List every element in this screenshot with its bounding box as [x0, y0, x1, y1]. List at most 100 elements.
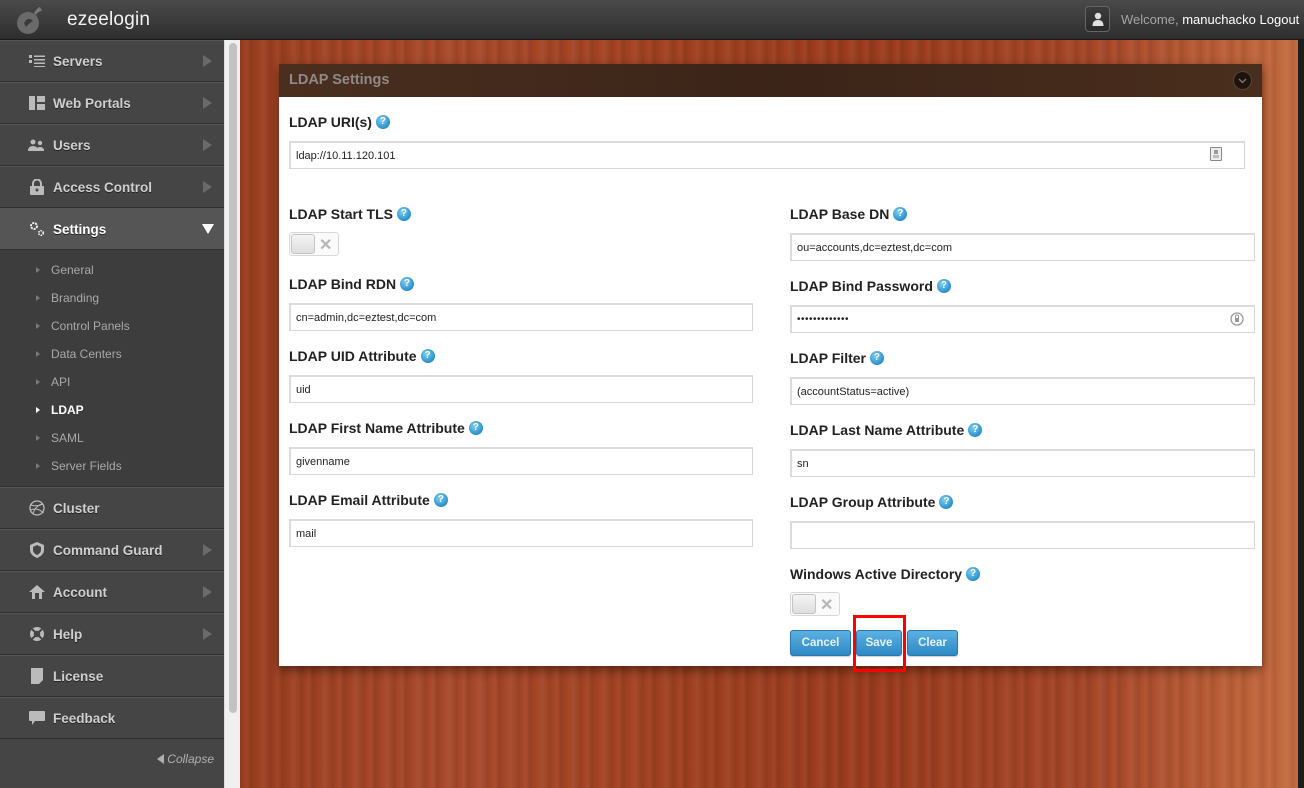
toggle-knob: [792, 594, 816, 614]
sidebar-scrollbar[interactable]: [224, 40, 240, 788]
user-profile-button[interactable]: [1085, 6, 1110, 32]
label-text: LDAP Filter: [790, 350, 866, 366]
help-icon[interactable]: ?: [433, 493, 448, 507]
sidebar-item-account[interactable]: Account: [0, 571, 224, 613]
settings-submenu: General Branding Control Panels Data Cen…: [0, 250, 224, 487]
lifebuoy-icon: [28, 626, 46, 642]
ldap-start-tls-toggle[interactable]: ✕: [289, 232, 339, 256]
ldap-first-name-attribute-input[interactable]: [289, 447, 753, 475]
help-icon[interactable]: ?: [936, 279, 951, 293]
logout-link[interactable]: Logout: [1260, 12, 1300, 27]
ldap-email-attribute-input[interactable]: [289, 519, 753, 547]
submenu-item-general[interactable]: General: [0, 256, 224, 284]
brand-name: ezeelogin: [67, 9, 151, 30]
help-icon[interactable]: ?: [420, 349, 435, 363]
close-icon: ✕: [319, 237, 333, 254]
sidebar-item-servers[interactable]: Servers: [0, 40, 224, 82]
label-text: LDAP Last Name Attribute: [790, 422, 965, 438]
gears-icon: [28, 221, 46, 237]
help-icon[interactable]: ?: [396, 207, 411, 221]
ldap-bind-rdn-label: LDAP Bind RDN ?: [289, 276, 415, 292]
sidebar-item-help[interactable]: Help: [0, 613, 224, 655]
ldap-last-name-attribute-label: LDAP Last Name Attribute ?: [790, 422, 983, 438]
dribbble-icon: [28, 500, 46, 516]
username: manuchacko: [1182, 12, 1256, 27]
sidebar-item-cluster[interactable]: Cluster: [0, 487, 224, 529]
help-icon[interactable]: ?: [375, 115, 390, 129]
windows-active-directory-label: Windows Active Directory ?: [790, 566, 981, 582]
ldap-bind-password-input[interactable]: [790, 305, 1255, 333]
save-button[interactable]: Save: [856, 630, 902, 656]
layout-icon: [28, 95, 46, 111]
window-edge: [1298, 40, 1304, 788]
close-icon: ✕: [820, 597, 834, 614]
bullet-arrow-icon: [36, 435, 40, 441]
help-icon[interactable]: ?: [939, 495, 954, 509]
submenu-item-branding[interactable]: Branding: [0, 284, 224, 312]
contact-card-icon[interactable]: [1209, 147, 1223, 161]
chevron-down-icon: [1238, 78, 1247, 83]
windows-active-directory-toggle[interactable]: ✕: [790, 592, 840, 616]
help-icon[interactable]: ?: [966, 567, 981, 581]
sidebar-scrollbar-thumb[interactable]: [229, 43, 237, 713]
shield-icon: [28, 542, 46, 558]
submenu-item-ldap[interactable]: LDAP: [0, 396, 224, 424]
welcome-prefix: Welcome,: [1121, 12, 1179, 27]
submenu-item-data-centers[interactable]: Data Centers: [0, 340, 224, 368]
help-icon[interactable]: ?: [869, 351, 884, 365]
bullet-arrow-icon: [36, 351, 40, 357]
submenu-item-server-fields[interactable]: Server Fields: [0, 452, 224, 480]
sidebar-item-label: Web Portals: [53, 95, 131, 111]
ldap-start-tls-label: LDAP Start TLS ?: [289, 206, 411, 222]
chevron-right-icon: [203, 628, 212, 640]
collapse-sidebar-button[interactable]: Collapse: [157, 752, 214, 766]
list-icon: [28, 53, 46, 69]
help-icon[interactable]: ?: [468, 421, 483, 435]
label-text: LDAP UID Attribute: [289, 348, 417, 364]
sidebar-item-label: Servers: [53, 53, 103, 69]
ldap-filter-input[interactable]: [790, 377, 1255, 405]
bullet-arrow-icon: [36, 323, 40, 329]
sidebar-item-label: Settings: [53, 221, 107, 237]
bullet-arrow-icon: [36, 407, 40, 413]
ezeelogin-logo-icon: [17, 7, 42, 34]
comment-icon: [28, 710, 46, 726]
panel-collapse-button[interactable]: [1233, 71, 1252, 90]
sidebar-item-access-control[interactable]: Access Control: [0, 166, 224, 208]
cancel-button[interactable]: Cancel: [790, 630, 851, 656]
sidebar-item-license[interactable]: License: [0, 655, 224, 697]
sidebar-item-label: Help: [53, 626, 83, 642]
help-icon[interactable]: ?: [400, 277, 415, 291]
ldap-uri-input[interactable]: [289, 141, 1245, 169]
label-text: LDAP Start TLS: [289, 206, 393, 222]
sidebar-item-feedback[interactable]: Feedback: [0, 697, 224, 739]
submenu-item-label: Data Centers: [51, 347, 122, 361]
home-icon: [28, 584, 46, 600]
document-icon: [28, 668, 46, 684]
sidebar-item-web-portals[interactable]: Web Portals: [0, 82, 224, 124]
label-text: Windows Active Directory: [790, 566, 963, 582]
ldap-first-name-attribute-label: LDAP First Name Attribute ?: [289, 420, 483, 436]
submenu-item-saml[interactable]: SAML: [0, 424, 224, 452]
collapse-label: Collapse: [167, 752, 214, 766]
ldap-last-name-attribute-input[interactable]: [790, 449, 1255, 477]
password-key-icon[interactable]: [1230, 312, 1244, 326]
clear-button[interactable]: Clear: [907, 630, 958, 656]
ldap-uid-attribute-input[interactable]: [289, 375, 753, 403]
ldap-group-attribute-input[interactable]: [790, 521, 1255, 549]
chevron-right-icon: [203, 181, 212, 193]
sidebar-item-settings[interactable]: Settings: [0, 208, 224, 250]
submenu-item-label: Branding: [51, 291, 100, 305]
chevron-right-icon: [203, 544, 212, 556]
sidebar-item-command-guard[interactable]: Command Guard: [0, 529, 224, 571]
sidebar-item-users[interactable]: Users: [0, 124, 224, 166]
help-icon[interactable]: ?: [893, 207, 908, 221]
help-icon[interactable]: ?: [968, 423, 983, 437]
ldap-base-dn-label: LDAP Base DN ?: [790, 206, 908, 222]
ldap-base-dn-input[interactable]: [790, 233, 1255, 261]
submenu-item-api[interactable]: API: [0, 368, 224, 396]
submenu-item-control-panels[interactable]: Control Panels: [0, 312, 224, 340]
ldap-bind-rdn-input[interactable]: [289, 303, 753, 331]
ldap-filter-label: LDAP Filter ?: [790, 350, 884, 366]
label-text: LDAP First Name Attribute: [289, 420, 465, 436]
